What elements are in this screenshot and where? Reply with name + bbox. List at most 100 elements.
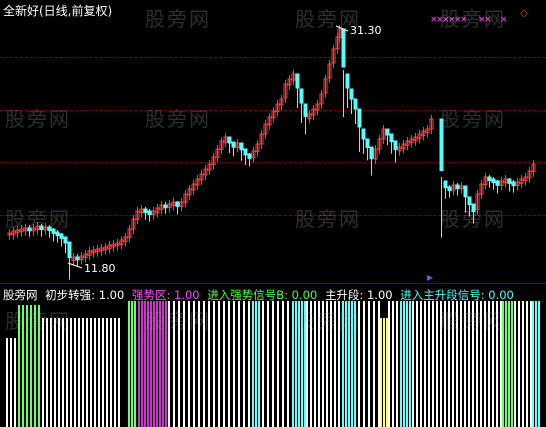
indicator-bar: [538, 301, 540, 427]
indicator-bar: [213, 301, 215, 427]
indicator-bar: [496, 301, 498, 427]
indicator-bar: [368, 301, 370, 427]
indicator-bar: [505, 301, 507, 427]
indicator-bar: [484, 301, 486, 427]
indicator-pane[interactable]: 股旁网 股旁网 股旁网 股旁网: [0, 283, 546, 427]
candle-body: [75, 256, 80, 261]
candle-body: [67, 241, 72, 259]
indicator-bar: [380, 318, 382, 427]
indicator-bar: [287, 301, 289, 427]
indicator-bar: [409, 301, 411, 427]
chart-title: 全新好(日线,前复权): [3, 4, 113, 18]
indicator-bar: [153, 301, 155, 427]
candle-body: [357, 108, 362, 128]
candle-body: [143, 208, 148, 214]
indicator-bar: [277, 301, 279, 427]
candle-body: [299, 88, 304, 104]
indicator-bar: [183, 301, 185, 427]
candle-body: [341, 28, 346, 68]
candle-body: [361, 128, 366, 140]
indicator-bar: [420, 301, 422, 427]
indicator-bar: [238, 301, 240, 427]
indicator-bar: [468, 301, 470, 427]
indicator-bar: [131, 301, 133, 427]
indicator-bar: [472, 301, 474, 427]
candle-body: [439, 118, 444, 172]
price-pane[interactable]: 31.30 11.80 × × × × × × × × × ◇ ▶ 全新好(日线,前复权) 股旁网 股旁…: [0, 0, 546, 283]
indicator-bar: [233, 301, 235, 427]
indicator-bar: [318, 301, 320, 427]
indicator-bar: [396, 301, 398, 427]
indicator-bar: [267, 301, 269, 427]
candle-body: [345, 73, 350, 89]
indicator-bar: [502, 301, 504, 427]
indicator-bar: [114, 318, 116, 427]
indicator-bar: [326, 301, 328, 427]
low-pointer: [67, 262, 83, 269]
indicator-bar: [150, 301, 152, 427]
indicator-bar: [508, 301, 510, 427]
indicator-bar: [208, 301, 210, 427]
candle-body: [147, 210, 152, 216]
indicator-bar: [526, 301, 528, 427]
indicator-bar: [358, 301, 360, 427]
candle-body: [59, 233, 64, 239]
indicator-bar: [388, 301, 390, 427]
indicator-bar: [50, 318, 52, 427]
candle-body: [393, 140, 398, 150]
indicator-bar: [86, 318, 88, 427]
indicator-bar: [262, 301, 264, 427]
indicator-bar: [252, 301, 254, 427]
indicator-bar: [354, 301, 356, 427]
indicator-bar: [18, 305, 20, 427]
indicator-bar: [58, 318, 60, 427]
indicator-bar: [452, 301, 454, 427]
candle-body: [487, 176, 492, 182]
indicator-bar: [334, 301, 336, 427]
indicator-bar: [511, 301, 513, 427]
indicator-bar: [147, 301, 149, 427]
candle-body: [227, 136, 232, 144]
indicator-bar: [54, 318, 56, 427]
candle-body: [243, 148, 248, 156]
indicator-bar: [98, 318, 100, 427]
candle-body: [51, 228, 56, 234]
candle-body: [467, 196, 472, 206]
indicator-bar: [522, 301, 524, 427]
indicator-bar: [193, 301, 195, 427]
indicator-bar: [488, 301, 490, 427]
indicator-bar: [156, 301, 158, 427]
indicator-bar: [162, 301, 164, 427]
indicator-bar: [348, 301, 350, 427]
candle-body: [389, 133, 394, 143]
indicator-bar: [198, 301, 200, 427]
indicator-bar: [456, 301, 458, 427]
candle-body: [353, 98, 358, 110]
indicator-bar: [400, 301, 402, 427]
high-price-label: 31.30: [350, 24, 382, 37]
candle-body: [27, 227, 32, 232]
indicator-bar: [14, 338, 16, 427]
indicator-bar: [298, 301, 300, 427]
indicator-bar: [70, 318, 72, 427]
indicator-bar: [378, 301, 380, 427]
indicator-bar: [322, 301, 324, 427]
signal-marker: ×: [460, 15, 468, 25]
indicator-bar: [141, 301, 143, 427]
indicator-bar: [428, 301, 430, 427]
indicator-bar: [272, 301, 274, 427]
indicator-bar: [476, 301, 478, 427]
diamond-marker: ◇: [520, 8, 528, 19]
indicator-bar: [62, 318, 64, 427]
indicator-bar: [168, 301, 170, 427]
candle-body: [447, 186, 452, 192]
indicator-bar: [345, 301, 347, 427]
indicator-bar: [535, 301, 537, 427]
indicator-bar: [448, 301, 450, 427]
indicator-bar: [228, 301, 230, 427]
indicator-bar: [530, 301, 532, 427]
indicator-bar: [203, 301, 205, 427]
indicator-bar: [138, 301, 140, 427]
indicator-bar: [178, 301, 180, 427]
indicator-bar: [38, 305, 40, 427]
